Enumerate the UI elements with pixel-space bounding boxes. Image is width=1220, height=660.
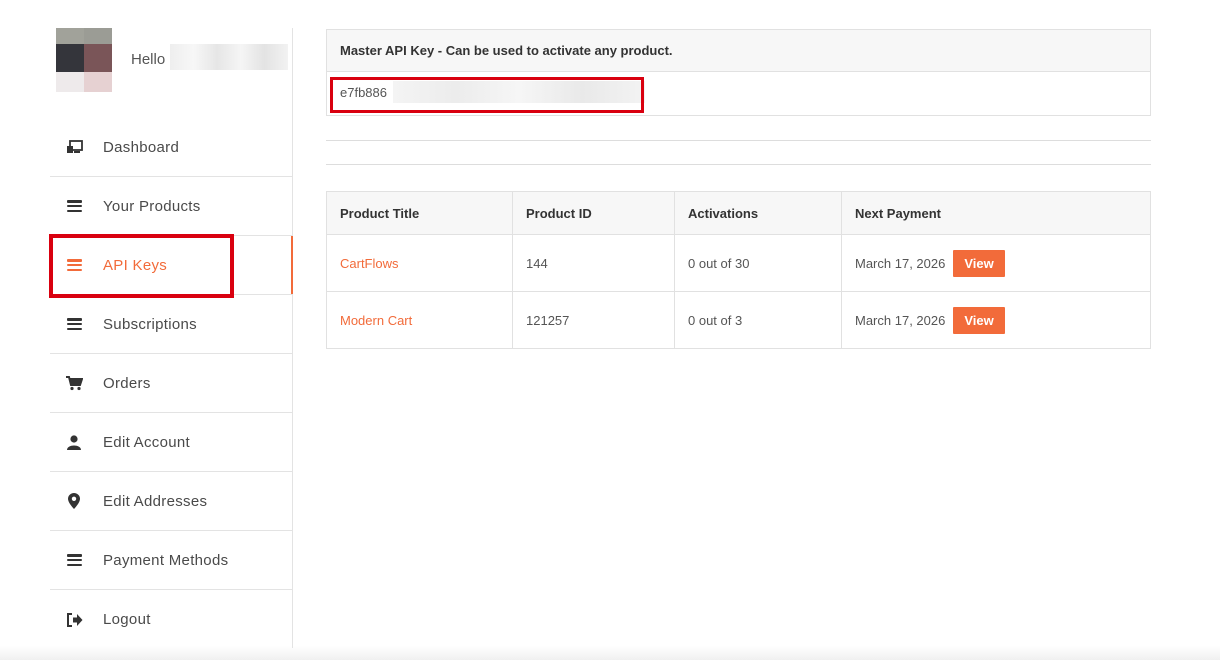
master-api-key-value[interactable]: e7fb886 bbox=[340, 85, 387, 100]
divider bbox=[326, 164, 1151, 165]
sidebar-item-label: Edit Addresses bbox=[103, 492, 208, 510]
view-button[interactable]: View bbox=[953, 249, 1005, 277]
activations-cell: 0 out of 30 bbox=[674, 234, 842, 292]
sidebar-item-api-keys[interactable]: API Keys bbox=[50, 236, 293, 295]
dashboard-icon bbox=[65, 140, 83, 154]
sidebar-item-label: Orders bbox=[103, 374, 151, 392]
avatar bbox=[56, 28, 112, 92]
next-payment-cell: March 17, 2026 View bbox=[841, 234, 1151, 292]
view-button[interactable]: View bbox=[953, 306, 1005, 334]
map-pin-icon bbox=[65, 493, 83, 509]
list-icon bbox=[65, 200, 83, 212]
activations-cell: 0 out of 3 bbox=[674, 291, 842, 349]
sidebar-item-label: Subscriptions bbox=[103, 315, 197, 333]
account-sidebar: Hello Dashboard Your Products API Keys S… bbox=[49, 28, 293, 649]
next-payment-date: March 17, 2026 bbox=[855, 312, 946, 328]
sidebar-item-your-products[interactable]: Your Products bbox=[50, 177, 292, 236]
column-header-next-payment: Next Payment bbox=[841, 191, 1151, 235]
next-payment-wrap: March 17, 2026 View bbox=[855, 292, 1137, 348]
sidebar-item-label: Dashboard bbox=[103, 138, 180, 156]
table-header-row: Product Title Product ID Activations Nex… bbox=[326, 191, 1151, 235]
account-nav: Dashboard Your Products API Keys Subscri… bbox=[50, 118, 293, 649]
list-icon bbox=[65, 554, 83, 566]
greeting-text: Hello bbox=[131, 51, 166, 68]
master-api-key-body: e7fb886 bbox=[327, 72, 1150, 115]
table-row: CartFlows 144 0 out of 30 March 17, 2026… bbox=[326, 234, 1151, 292]
divider bbox=[326, 140, 1151, 141]
logout-icon bbox=[65, 612, 83, 627]
product-title-link[interactable]: CartFlows bbox=[340, 256, 399, 271]
product-title-cell: CartFlows bbox=[326, 234, 513, 292]
list-icon bbox=[65, 259, 83, 271]
sidebar-item-payment-methods[interactable]: Payment Methods bbox=[50, 531, 292, 590]
sidebar-item-orders[interactable]: Orders bbox=[50, 354, 292, 413]
user-icon bbox=[65, 434, 83, 450]
sidebar-item-label: Logout bbox=[103, 611, 151, 628]
sidebar-item-label: Your Products bbox=[103, 197, 201, 215]
master-api-key-panel: Master API Key - Can be used to activate… bbox=[326, 29, 1151, 116]
product-id-cell: 121257 bbox=[512, 291, 675, 349]
product-id-cell: 144 bbox=[512, 234, 675, 292]
sidebar-item-edit-account[interactable]: Edit Account bbox=[50, 413, 292, 472]
next-payment-cell: March 17, 2026 View bbox=[841, 291, 1151, 349]
column-header-activations: Activations bbox=[674, 191, 842, 235]
next-payment-date: March 17, 2026 bbox=[855, 255, 946, 271]
sidebar-item-label: Edit Account bbox=[103, 433, 190, 451]
table-row: Modern Cart 121257 0 out of 3 March 17, … bbox=[326, 291, 1151, 349]
product-title-link[interactable]: Modern Cart bbox=[340, 313, 412, 328]
sidebar-item-logout[interactable]: Logout bbox=[50, 590, 292, 649]
sidebar-item-label: API Keys bbox=[103, 256, 168, 274]
product-title-cell: Modern Cart bbox=[326, 291, 513, 349]
products-table: Product Title Product ID Activations Nex… bbox=[326, 191, 1151, 349]
column-header-product-title: Product Title bbox=[326, 191, 513, 235]
cart-icon bbox=[65, 375, 83, 391]
user-header: Hello bbox=[50, 28, 292, 118]
sidebar-item-label: Payment Methods bbox=[103, 551, 229, 569]
column-header-product-id: Product ID bbox=[512, 191, 675, 235]
sidebar-item-dashboard[interactable]: Dashboard bbox=[50, 118, 292, 177]
master-api-key-heading: Master API Key - Can be used to activate… bbox=[327, 30, 1150, 72]
list-icon bbox=[65, 318, 83, 330]
sidebar-item-subscriptions[interactable]: Subscriptions bbox=[50, 295, 292, 354]
redacted-key-remainder bbox=[393, 81, 645, 103]
sidebar-item-edit-addresses[interactable]: Edit Addresses bbox=[50, 472, 292, 531]
redacted-username bbox=[170, 44, 288, 70]
next-payment-wrap: March 17, 2026 View bbox=[855, 235, 1137, 291]
bottom-shadow bbox=[0, 646, 1220, 660]
